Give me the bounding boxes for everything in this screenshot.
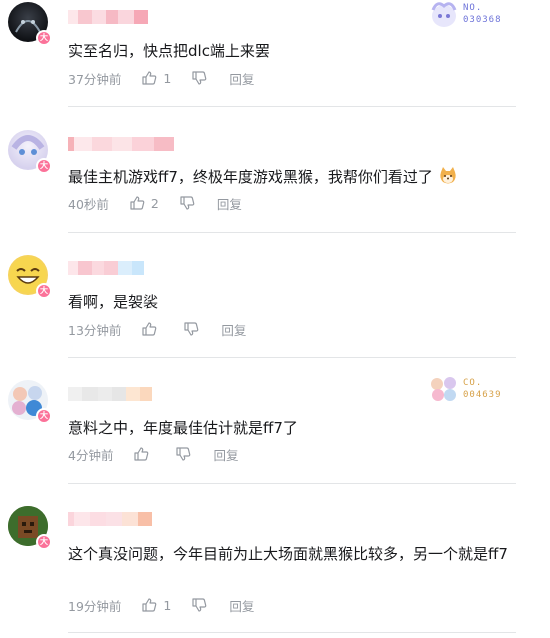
comment-text: 实至名归，快点把dlc端上来罢 (68, 42, 270, 60)
comment-time: 40秒前 (68, 196, 109, 212)
fan-badge: NO. 030368 (427, 0, 517, 30)
thumb-down-icon (176, 447, 191, 461)
thumb-up-icon (142, 322, 157, 336)
fan-badge-number: CO. 004639 (463, 378, 502, 400)
avatar[interactable]: 大 (8, 2, 52, 46)
thumb-down-icon (184, 322, 199, 336)
avatar[interactable]: 大 (8, 506, 52, 550)
reply-button[interactable]: 回复 (229, 69, 254, 88)
avatar[interactable]: 大 (8, 255, 52, 299)
level-badge-icon: 大 (36, 283, 52, 299)
fan-badge-avatar-icon (431, 377, 456, 401)
fan-badge-number: NO. 030368 (463, 3, 502, 25)
thumb-down-icon (192, 71, 207, 85)
dislike-button[interactable] (191, 70, 207, 86)
dislike-button[interactable] (175, 446, 191, 462)
fan-badge-avatar-icon (431, 2, 457, 27)
username-blurred[interactable] (68, 261, 148, 275)
reply-button[interactable]: 回复 (213, 445, 238, 464)
dislike-button[interactable] (183, 321, 199, 337)
comment-meta: 13分钟前 回复 (68, 320, 246, 338)
like-count: 2 (150, 195, 159, 211)
username-blurred[interactable] (68, 10, 160, 24)
thumb-up-icon (130, 196, 145, 210)
comment-meta: 19分钟前 1 回复 (68, 596, 254, 614)
thumb-up-icon (142, 71, 157, 85)
like-button[interactable]: 2 (129, 195, 159, 211)
comment-meta: 4分钟前 回复 (68, 445, 238, 463)
avatar[interactable]: 大 (8, 380, 52, 424)
like-button[interactable]: 1 (141, 597, 171, 613)
thumb-up-icon (134, 447, 149, 461)
thumb-up-icon (142, 598, 157, 612)
comment-meta: 40秒前 2 回复 (68, 194, 242, 212)
comment-text: 意料之中，年度最佳估计就是ff7了 (68, 419, 298, 437)
comment-time: 4分钟前 (68, 447, 114, 463)
username-blurred[interactable] (68, 137, 188, 151)
like-button[interactable] (133, 446, 155, 462)
fan-badge: CO. 004639 (427, 373, 517, 403)
reply-button[interactable]: 回复 (229, 596, 254, 615)
level-badge-icon: 大 (36, 408, 52, 424)
reply-button[interactable]: 回复 (221, 320, 246, 339)
shiba-emoji-icon (440, 167, 456, 184)
comment-time: 37分钟前 (68, 71, 122, 87)
level-badge-icon: 大 (36, 30, 52, 46)
level-badge-icon: 大 (36, 534, 52, 550)
like-button[interactable] (141, 321, 163, 337)
like-count: 1 (163, 70, 172, 86)
thumb-down-icon (180, 196, 195, 210)
divider (68, 232, 516, 233)
username-blurred[interactable] (68, 512, 156, 526)
comment-text: 这个真没问题，今年目前为止大场面就黑猴比较多，另一个就是ff7 (68, 545, 508, 563)
thumb-down-icon (192, 598, 207, 612)
comment-text: 最佳主机游戏ff7，终极年度游戏黑猴，我帮你们看过了 (68, 166, 538, 188)
like-count: 1 (163, 597, 172, 613)
dislike-button[interactable] (191, 597, 207, 613)
like-button[interactable]: 1 (141, 70, 171, 86)
comment-time: 13分钟前 (68, 322, 122, 338)
divider (68, 106, 516, 107)
level-badge-icon: 大 (36, 158, 52, 174)
avatar[interactable]: 大 (8, 130, 52, 174)
comment-time: 19分钟前 (68, 598, 122, 614)
divider (68, 483, 516, 484)
comment-text: 看啊，是袈裟 (68, 293, 159, 311)
comment-meta: 37分钟前 1 回复 (68, 69, 254, 87)
divider (68, 357, 516, 358)
dislike-button[interactable] (179, 195, 195, 211)
divider (68, 632, 516, 633)
username-blurred[interactable] (68, 387, 152, 401)
reply-button[interactable]: 回复 (217, 194, 242, 213)
